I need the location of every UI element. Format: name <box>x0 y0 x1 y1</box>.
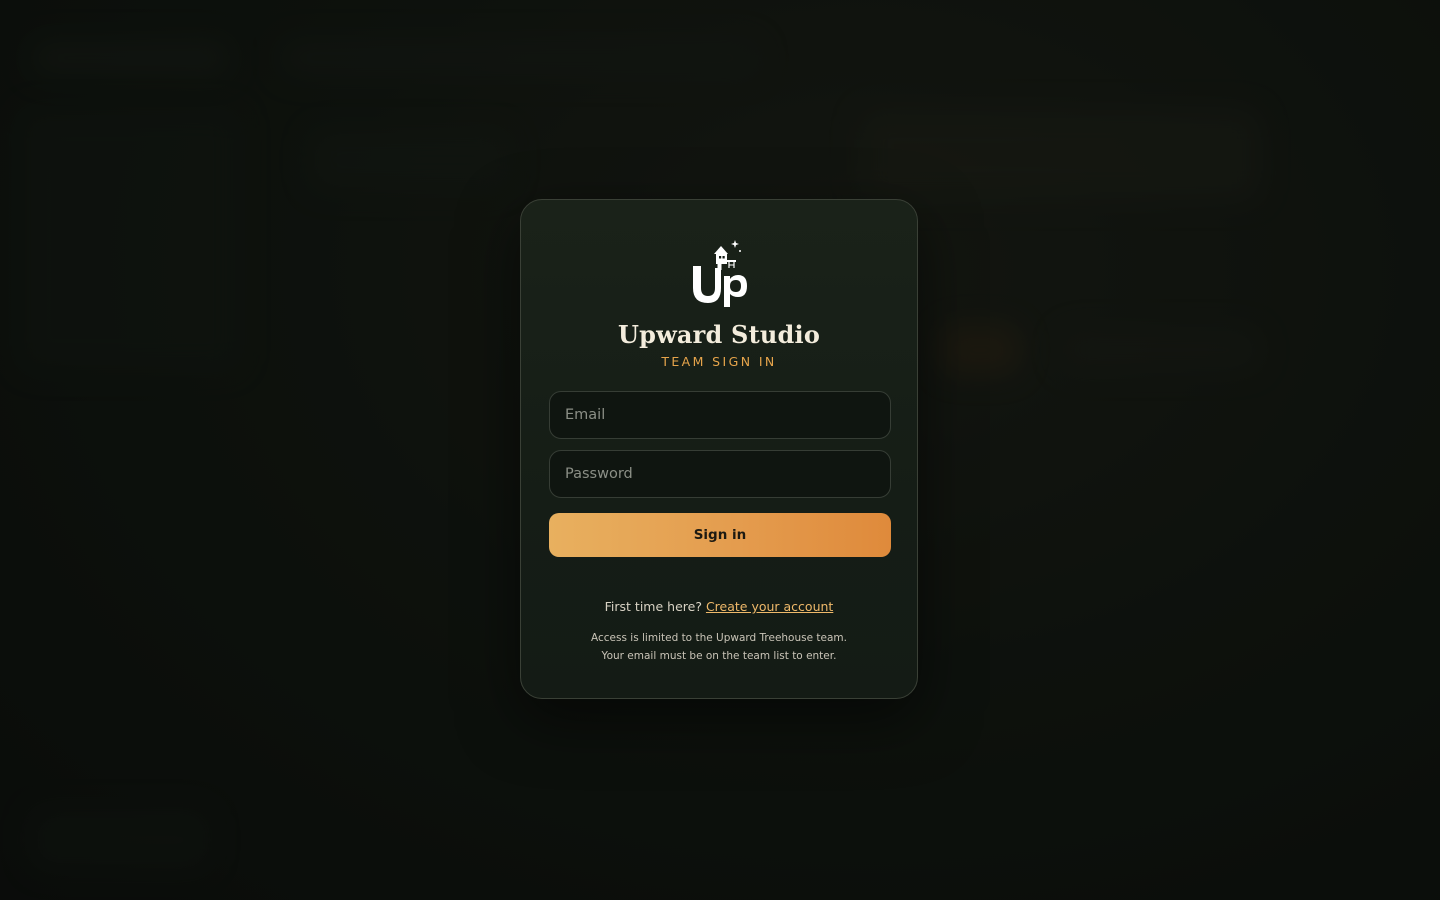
access-notice-line-2: Your email must be on the team list to e… <box>601 650 837 662</box>
password-field[interactable] <box>549 450 891 498</box>
signup-prompt: First time here? Create your account <box>521 599 917 614</box>
upward-treehouse-logo-icon <box>693 240 747 307</box>
sign-in-button[interactable]: Sign in <box>549 513 891 557</box>
email-field[interactable] <box>549 391 891 439</box>
signup-prompt-text: First time here? <box>604 599 702 614</box>
login-card: Upward Studio TEAM SIGN IN Sign in First… <box>520 199 918 699</box>
access-notice-line-1: Access is limited to the Upward Treehous… <box>591 632 847 644</box>
create-account-link[interactable]: Create your account <box>706 599 833 614</box>
brand-name: Upward Studio <box>617 320 821 349</box>
page-subtitle: TEAM SIGN IN <box>661 354 777 369</box>
